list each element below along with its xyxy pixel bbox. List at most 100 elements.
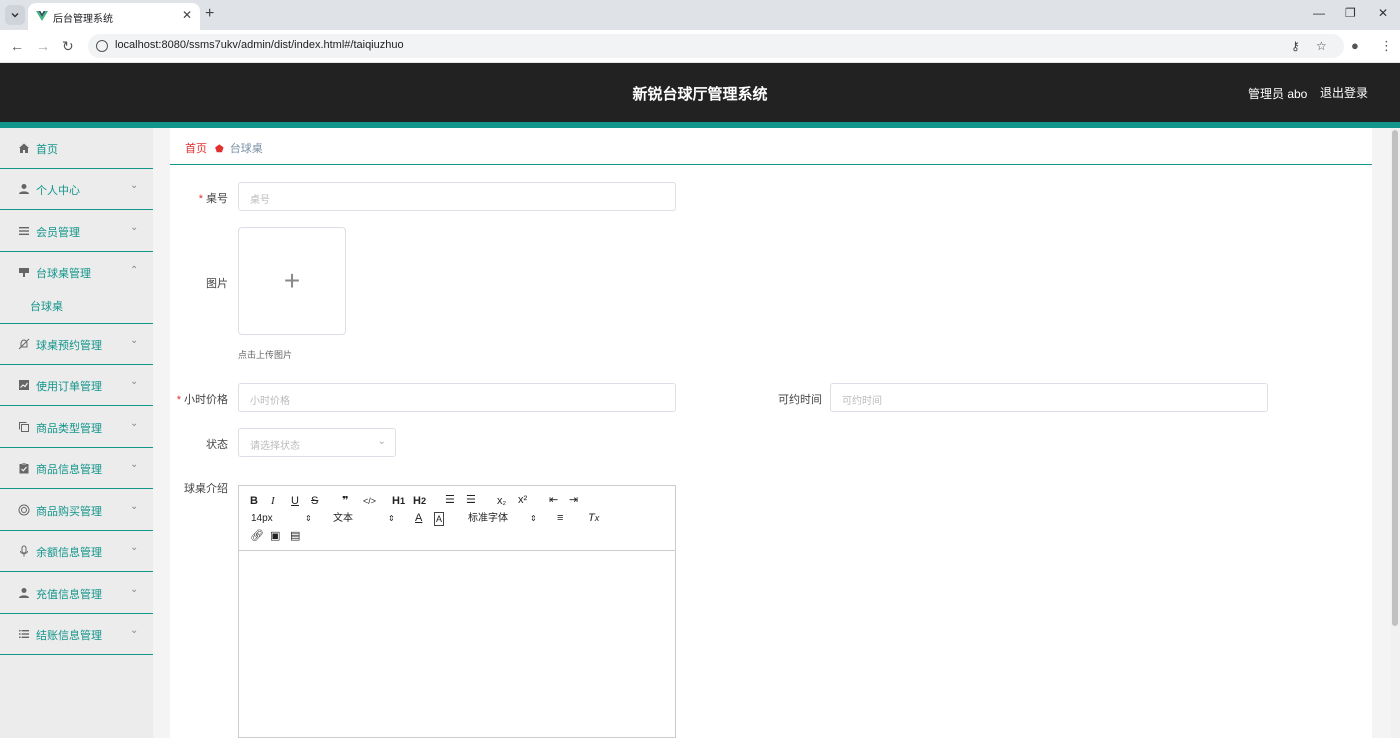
chevron-down-icon: ⌄ [130, 459, 139, 470]
forward-icon[interactable]: → [36, 38, 50, 54]
price-label: * 小时价格 [176, 394, 228, 406]
price-placeholder: 小时价格 [250, 396, 290, 407]
browser-menu-icon[interactable]: ⋮ [1380, 38, 1393, 54]
link-icon[interactable]: 🔗︎ [250, 530, 264, 542]
background-color-icon[interactable]: A [434, 512, 445, 526]
clipboard-icon [19, 463, 29, 474]
address-bar[interactable]: localhost:8080/ssms7ukv/admin/dist/index… [88, 34, 1344, 58]
status-label: 状态 [206, 439, 228, 451]
site-info-icon[interactable] [96, 40, 108, 52]
restore-icon[interactable]: ❐ [1345, 6, 1356, 20]
vue-logo-icon [36, 11, 48, 21]
sidebar-item-checkout[interactable]: 结账信息管理 ⌄ [0, 614, 153, 655]
blockquote-icon[interactable]: ❞ [342, 495, 348, 507]
browser-tabbar: 后台管理系统 ✕ + — ❐ ✕ [0, 0, 1400, 30]
tab-search-button[interactable] [5, 5, 25, 25]
password-key-icon[interactable]: ⚷ [1291, 39, 1300, 53]
status-select[interactable]: 请选择状态 ⌄ [238, 428, 396, 457]
sidebar-item-purchases[interactable]: 商品购买管理 ⌄ [0, 490, 153, 531]
time-label: 可约时间 [778, 394, 822, 406]
breadcrumb: 首页 ⬟ 台球桌 [185, 140, 263, 156]
sidebar-item-recharge[interactable]: 充值信息管理 ⌄ [0, 573, 153, 614]
chevron-down-icon: ⌄ [130, 376, 139, 387]
url-text[interactable]: localhost:8080/ssms7ukv/admin/dist/index… [115, 39, 404, 51]
time-input[interactable]: 可约时间 [830, 383, 1268, 412]
sidebar-item-orders[interactable]: 使用订单管理 ⌄ [0, 365, 153, 406]
sidebar-item-label: 球桌预约管理 [36, 340, 102, 352]
zhuohao-input[interactable]: 桌号 [238, 182, 676, 211]
bullet-list-icon[interactable]: ☰ [466, 494, 476, 506]
sidebar-item-members[interactable]: 会员管理 ⌄ [0, 211, 153, 252]
video-icon[interactable]: ▤ [290, 530, 300, 542]
chevron-up-icon: ⌃ [130, 265, 139, 276]
sidebar-item-label: 商品类型管理 [36, 423, 102, 435]
breadcrumb-current: 台球桌 [229, 143, 263, 155]
minimize-icon[interactable]: — [1313, 6, 1325, 20]
browser-toolbar: ← → ↻ localhost:8080/ssms7ukv/admin/dist… [0, 30, 1400, 63]
align-icon[interactable]: ≡ [557, 512, 563, 524]
table-icon [19, 268, 29, 277]
app-title: 新锐台球厅管理系统 [632, 86, 768, 103]
chevron-down-icon: ⌄ [130, 542, 139, 553]
bold-icon[interactable]: B [250, 495, 258, 507]
rich-text-editor[interactable]: B I U S ❞ </> H1 H2 ☰ ☰ x₂ x² ⇤ ⇥ 14px ⇕… [238, 485, 676, 738]
outdent-icon[interactable]: ⇤ [549, 494, 558, 506]
tab-close-icon[interactable]: ✕ [182, 8, 192, 22]
ordered-list-icon[interactable]: ☰ [445, 494, 455, 506]
window-close-icon[interactable]: ✕ [1378, 6, 1388, 20]
underline-icon[interactable]: U [291, 495, 299, 507]
sidebar-subitem-label: 台球桌 [30, 301, 63, 313]
scrollbar-thumb[interactable] [1392, 130, 1398, 626]
bookmark-star-icon[interactable]: ☆ [1316, 39, 1327, 53]
subscript-icon[interactable]: x₂ [497, 495, 506, 507]
chevron-down-icon: ⌄ [130, 335, 139, 346]
reload-icon[interactable]: ↻ [62, 38, 74, 55]
sidebar-item-reservations[interactable]: 球桌预约管理 ⌄ [0, 324, 153, 365]
list-icon [19, 227, 29, 235]
logout-link[interactable]: 退出登录 [1320, 84, 1368, 101]
superscript-icon[interactable]: x² [518, 494, 527, 506]
editor-toolbar: B I U S ❞ </> H1 H2 ☰ ☰ x₂ x² ⇤ ⇥ 14px ⇕… [239, 486, 675, 551]
bell-off-icon [18, 338, 30, 350]
italic-icon[interactable]: I [271, 495, 275, 507]
sidebar-item-product-info[interactable]: 商品信息管理 ⌄ [0, 448, 153, 489]
breadcrumb-home[interactable]: 首页 [185, 143, 207, 155]
sidebar-item-label: 商品信息管理 [36, 464, 102, 476]
strike-icon[interactable]: S [311, 495, 318, 507]
indent-icon[interactable]: ⇥ [569, 494, 578, 506]
sidebar-item-label: 首页 [36, 144, 58, 156]
sidebar-item-product-types[interactable]: 商品类型管理 ⌄ [0, 407, 153, 448]
sidebar-item-label: 商品购买管理 [36, 506, 102, 518]
sidebar-item-profile[interactable]: 个人中心 ⌄ [0, 169, 153, 210]
image-upload[interactable]: + [238, 227, 346, 335]
chevron-down-icon: ⌄ [130, 584, 139, 595]
intro-label: 球桌介绍 [184, 483, 228, 495]
sidebar-item-label: 台球桌管理 [36, 268, 91, 280]
font-color-icon[interactable]: A [415, 512, 422, 524]
price-input[interactable]: 小时价格 [238, 383, 676, 412]
user-icon [19, 184, 29, 194]
updown-icon: ⇕ [305, 514, 312, 523]
user-icon [19, 588, 29, 598]
sidebar-item-label: 结账信息管理 [36, 630, 102, 642]
header-select[interactable]: 文本 [333, 513, 353, 525]
font-size-select[interactable]: 14px [251, 513, 273, 525]
code-block-icon[interactable]: </> [363, 495, 376, 507]
profile-icon[interactable]: ● [1351, 38, 1359, 53]
chevron-down-icon: ⌄ [130, 501, 139, 512]
font-family-select[interactable]: 标准字体 [468, 513, 508, 525]
sidebar-subitem-table[interactable]: 台球桌 [0, 286, 153, 324]
sidebar-item-home[interactable]: 首页 [0, 128, 153, 169]
header1-icon[interactable]: H1 [392, 495, 405, 507]
zhuohao-label: * 桌号 [198, 193, 228, 205]
image-icon[interactable]: ▣ [270, 530, 280, 542]
sidebar-item-label: 充值信息管理 [36, 589, 102, 601]
time-placeholder: 可约时间 [842, 396, 882, 407]
browser-tab[interactable]: 后台管理系统 ✕ [28, 3, 200, 30]
header2-icon[interactable]: H2 [413, 495, 426, 507]
sidebar-item-balance[interactable]: 余额信息管理 ⌄ [0, 531, 153, 572]
clear-format-icon[interactable]: Tx [588, 512, 599, 524]
new-tab-icon[interactable]: + [205, 5, 214, 23]
home-icon [19, 143, 29, 153]
back-icon[interactable]: ← [10, 38, 24, 54]
